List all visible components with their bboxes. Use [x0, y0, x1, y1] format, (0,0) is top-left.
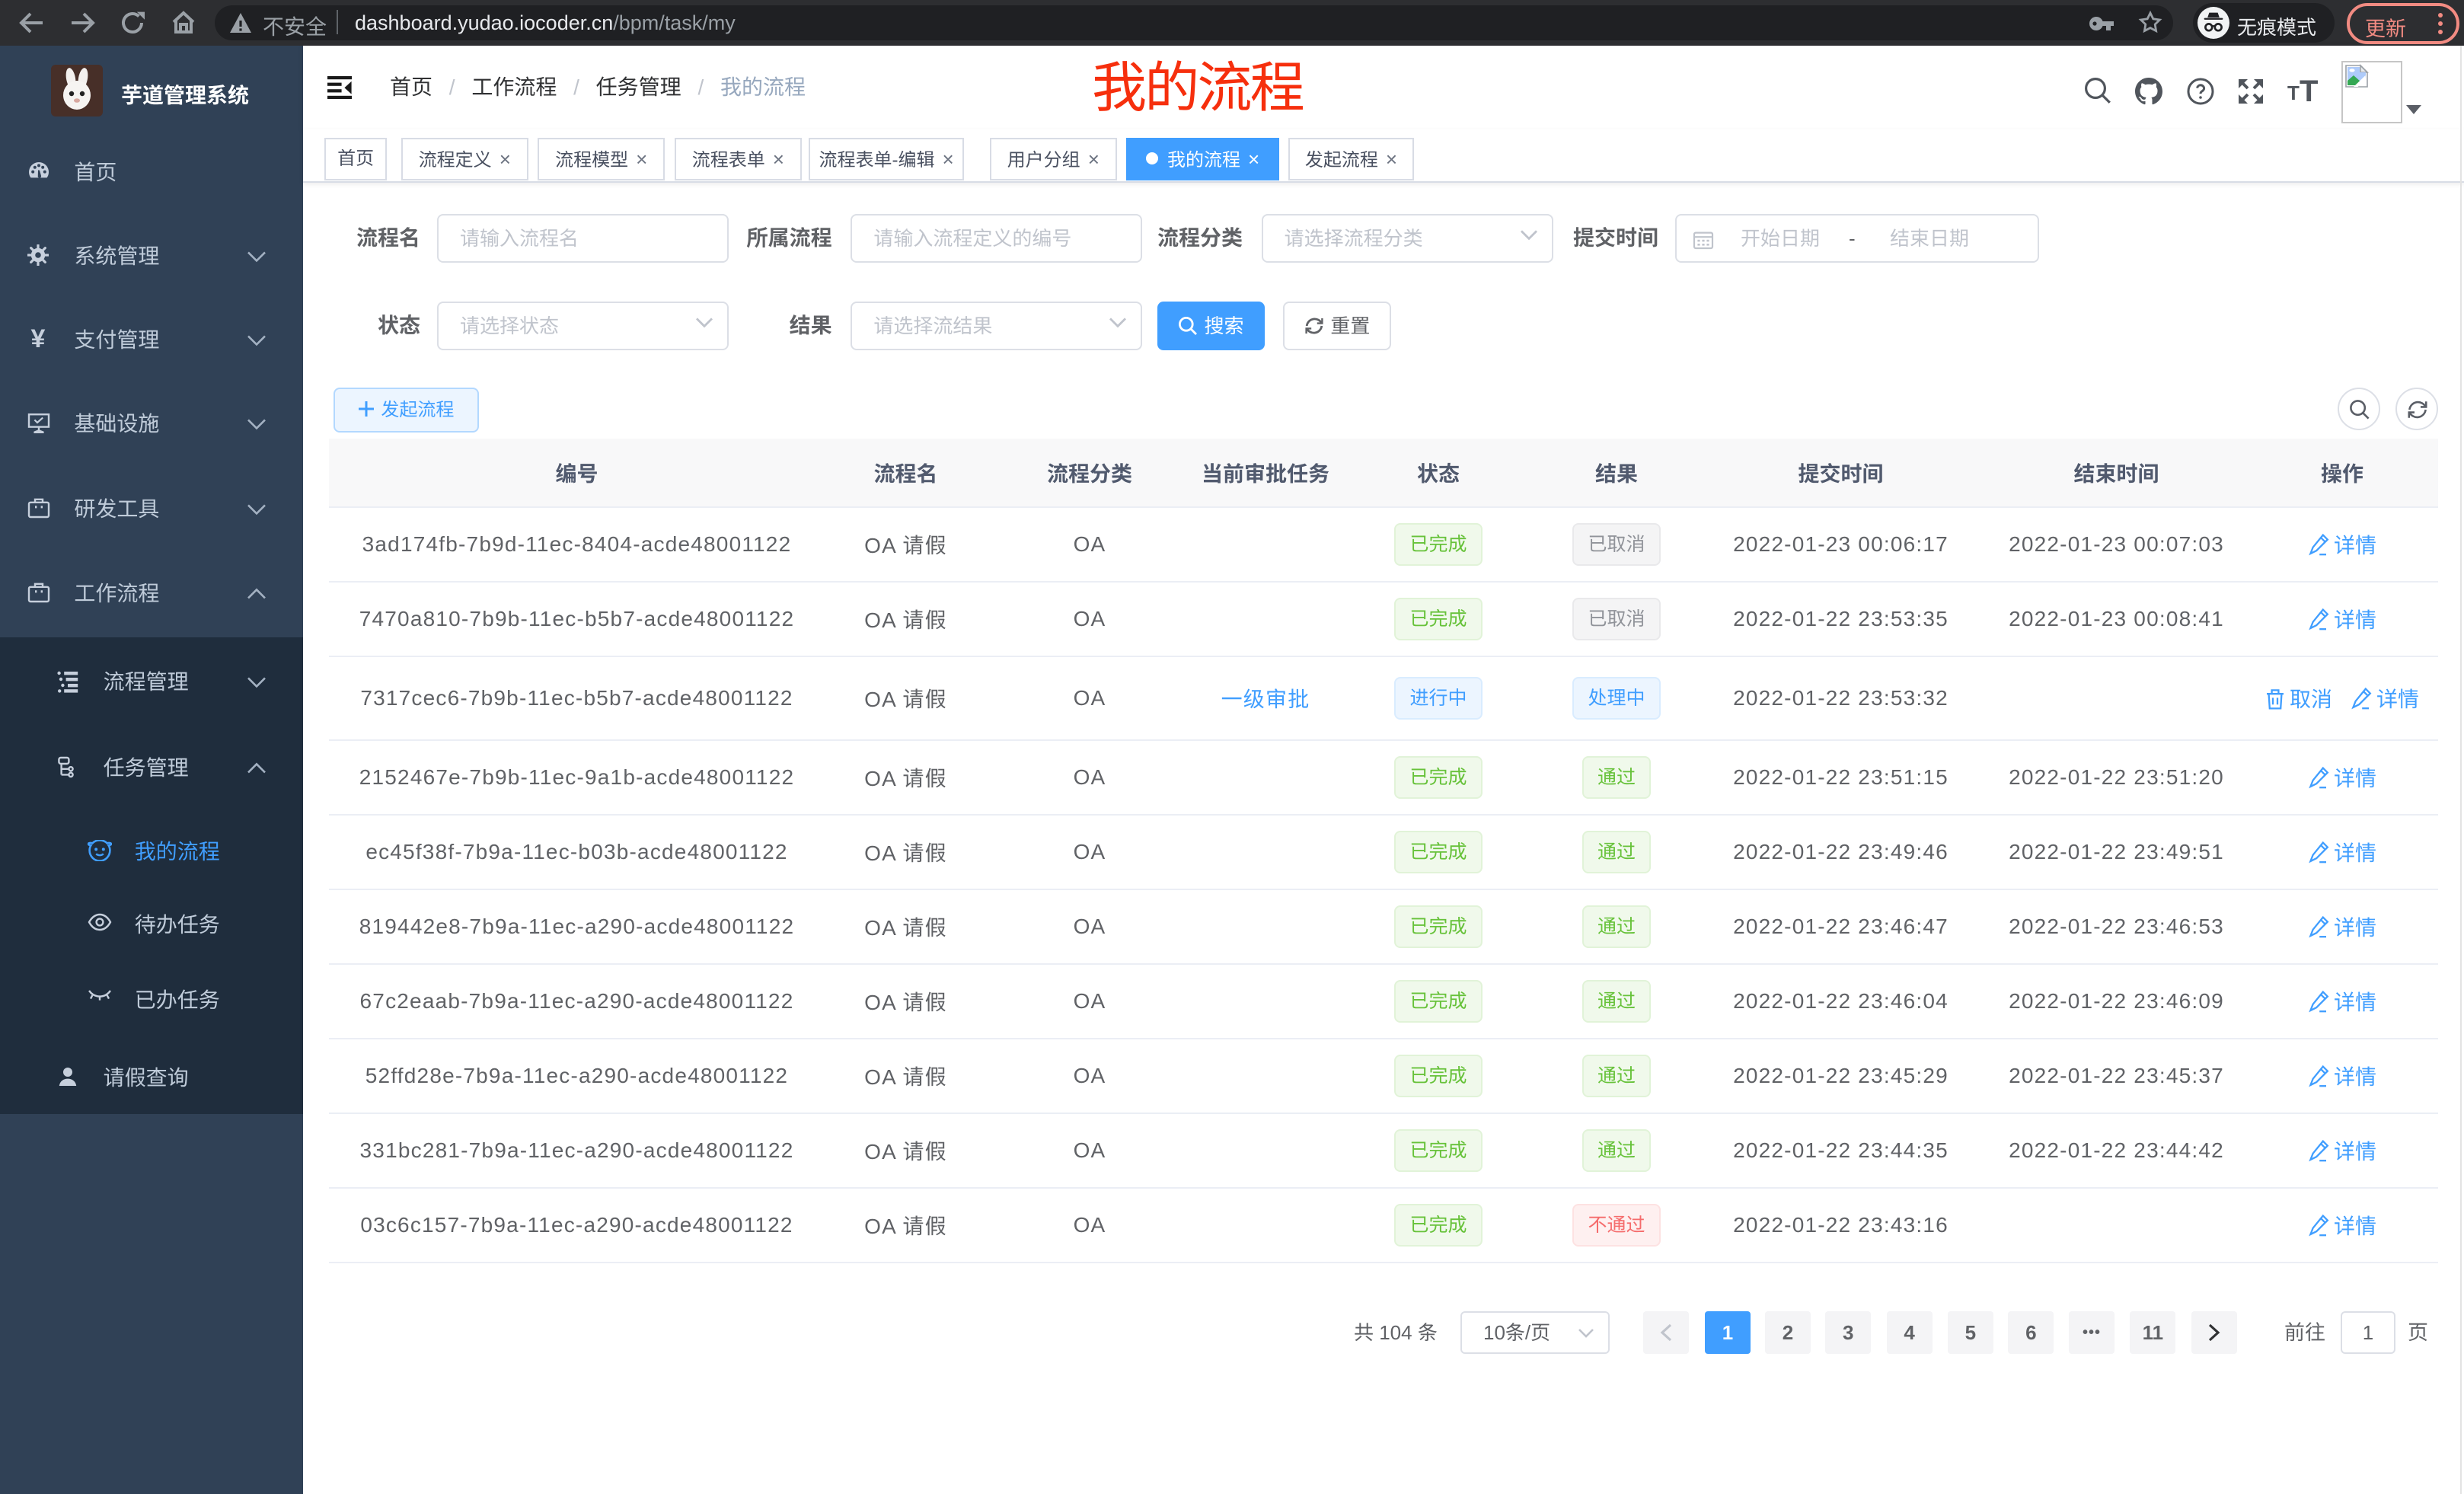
- svg-text:¥: ¥: [31, 328, 46, 351]
